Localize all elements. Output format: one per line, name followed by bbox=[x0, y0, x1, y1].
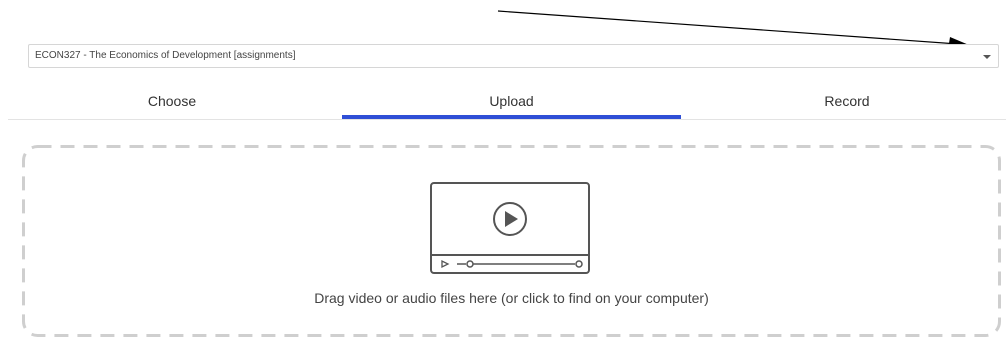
source-tabs: Choose Upload Record bbox=[8, 84, 1006, 120]
upload-media-panel: ECON327 - The Economics of Development [… bbox=[0, 0, 1006, 353]
tab-upload[interactable]: Upload bbox=[342, 84, 681, 119]
tab-record[interactable]: Record bbox=[688, 84, 1006, 119]
course-select[interactable]: ECON327 - The Economics of Development [… bbox=[28, 44, 999, 68]
active-tab-indicator bbox=[342, 115, 681, 119]
dropzone-instructions: Drag video or audio files here (or click… bbox=[314, 290, 709, 306]
caret-down-icon bbox=[983, 55, 991, 59]
tab-choose[interactable]: Choose bbox=[8, 84, 336, 119]
video-player-icon bbox=[430, 182, 590, 274]
course-select-value: ECON327 - The Economics of Development [… bbox=[35, 50, 296, 61]
file-dropzone[interactable]: Drag video or audio files here (or click… bbox=[22, 145, 1001, 337]
